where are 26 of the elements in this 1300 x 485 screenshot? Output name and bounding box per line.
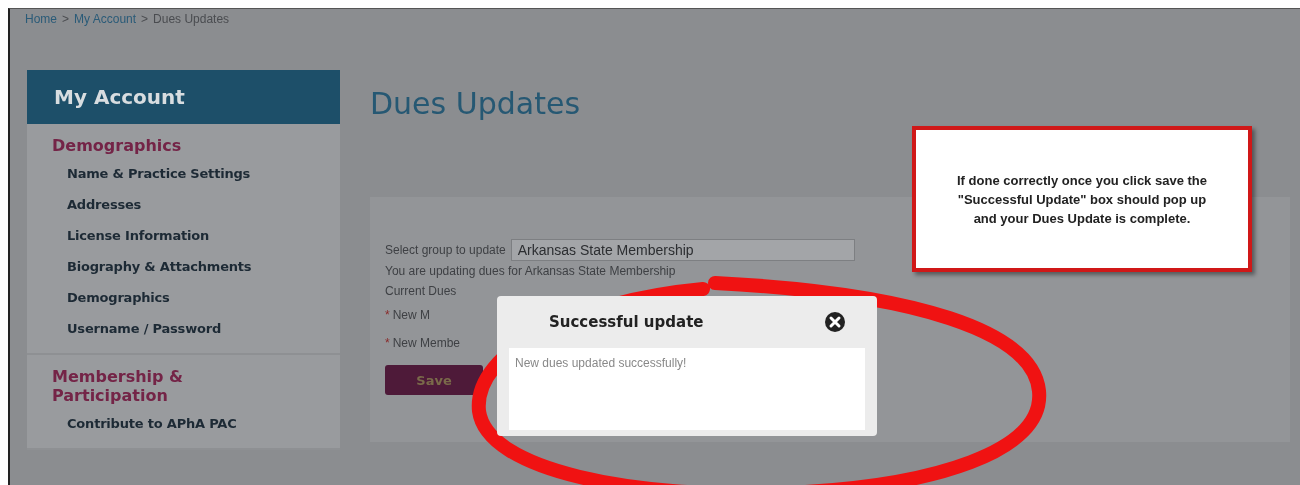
sidebar-link[interactable]: Biography & Attachments — [52, 252, 340, 283]
close-icon[interactable] — [825, 312, 845, 332]
group-select[interactable]: Arkansas State Membership — [510, 239, 855, 261]
info-text: You are updating dues for Arkansas State Membership — [385, 264, 676, 278]
page-title: Dues Updates — [370, 86, 581, 123]
section-heading: Demographics — [52, 136, 183, 155]
required-mark: * — [385, 308, 390, 322]
breadcrumb-separator: > — [62, 12, 70, 28]
annotation-callout: If done correctly once you click save the "Successful Update" box should pop up and your Dues Update is complete. — [912, 126, 1252, 272]
dialog-title: Successful update — [549, 313, 704, 331]
dialog-message: New dues updated successfully! — [515, 356, 687, 370]
field-label: Select group to update — [385, 243, 506, 257]
sidebar-link[interactable]: Username / Password — [52, 314, 340, 345]
breadcrumb-current: Dues Updates — [153, 12, 230, 28]
sidebar-title: My Account — [27, 70, 340, 124]
sidebar-link[interactable]: Contribute to APhA PAC — [52, 409, 340, 440]
required-mark: * — [385, 336, 390, 350]
breadcrumb-separator: > — [141, 12, 149, 28]
sidebar-link[interactable]: Addresses — [52, 190, 340, 221]
sidebar-link[interactable]: License Information — [52, 221, 340, 252]
field-label: New M — [392, 308, 430, 322]
sidebar-link[interactable]: Name & Practice Settings — [52, 159, 340, 190]
field-label: New Membe — [392, 336, 461, 350]
section-heading: Membership & Participation — [52, 367, 184, 405]
sidebar-link[interactable]: Demographics — [52, 283, 340, 314]
field-label: Current Dues — [385, 284, 457, 298]
